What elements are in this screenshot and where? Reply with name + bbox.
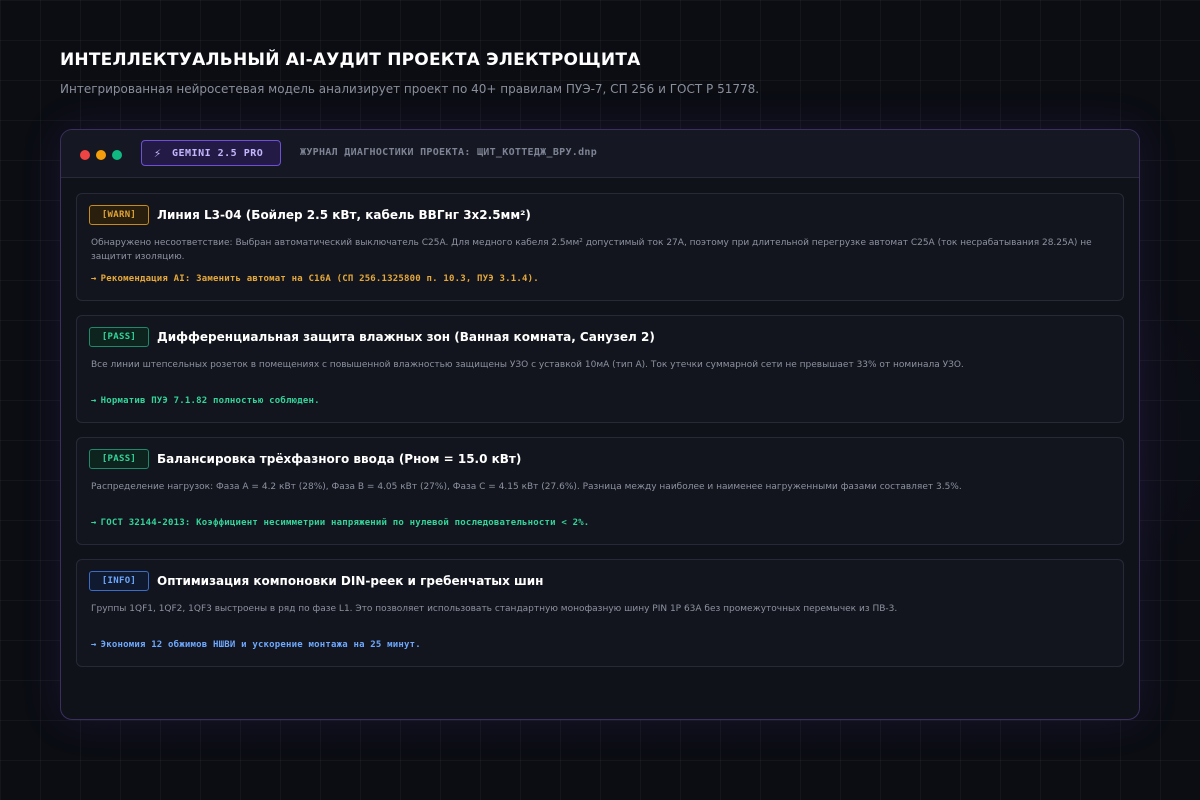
minimize-window-dot[interactable] [96, 150, 106, 160]
card-recommendation: → Экономия 12 обжимов НШВИ и ускорение мо… [91, 640, 421, 650]
status-badge-info: [INFO] [89, 571, 149, 591]
model-badge-label: GEMINI 2.5 PRO [172, 147, 264, 159]
audit-card-pass: [PASS] Балансировка трёхфазного ввода (P… [76, 437, 1124, 545]
audit-card-warn: [WARN] Линия L3-04 (Бойлер 2.5 кВт, кабе… [76, 193, 1124, 301]
recommendation-text: Экономия 12 обжимов НШВИ и ускорение мон… [100, 640, 421, 650]
card-title: Дифференциальная защита влажных зон (Ван… [157, 330, 655, 344]
arrow-right-icon: → [91, 274, 97, 284]
card-header: [PASS] Балансировка трёхфазного ввода (P… [89, 449, 521, 469]
lightning-icon: ⚡ [154, 146, 162, 160]
recommendation-text: Норматив ПУЭ 7.1.82 полностью соблюден. [100, 396, 320, 406]
card-header: [PASS] Дифференциальная защита влажных з… [89, 327, 655, 347]
diagnostics-window: ⚡ GEMINI 2.5 PRO ЖУРНАЛ ДИАГНОСТИКИ ПРОЕ… [60, 129, 1140, 720]
card-title: Балансировка трёхфазного ввода (Pном = 1… [157, 452, 522, 466]
card-description: Обнаружено несоответствие: Выбран автома… [91, 238, 1092, 262]
close-window-dot[interactable] [80, 150, 90, 160]
card-recommendation: → Норматив ПУЭ 7.1.82 полностью соблюден. [91, 396, 320, 406]
page-title: ИНТЕЛЛЕКТУАЛЬНЫЙ AI-АУДИТ ПРОЕКТА ЭЛЕКТР… [60, 50, 641, 70]
card-recommendation: → ГОСТ 32144-2013: Коэффициент несимметри… [91, 518, 589, 528]
status-badge-pass: [PASS] [89, 327, 149, 347]
card-description: Все линии штепсельных розеток в помещени… [91, 360, 964, 370]
audit-card-info: [INFO] Оптимизация компоновки DIN-реек и… [76, 559, 1124, 667]
card-title: Оптимизация компоновки DIN-реек и гребен… [157, 574, 544, 588]
arrow-right-icon: → [91, 640, 97, 650]
card-recommendation: → Рекомендация AI: Заменить автомат на C1… [91, 274, 539, 284]
audit-card-pass: [PASS] Дифференциальная защита влажных з… [76, 315, 1124, 423]
page-subtitle: Интегрированная нейросетевая модель анал… [60, 82, 760, 96]
status-badge-pass: [PASS] [89, 449, 149, 469]
card-title: Линия L3-04 (Бойлер 2.5 кВт, кабель ВВГн… [157, 208, 531, 222]
log-title: ЖУРНАЛ ДИАГНОСТИКИ ПРОЕКТА: ЩИТ_КОТТЕДЖ_… [300, 147, 598, 158]
card-description: Распределение нагрузок: Фаза A = 4.2 кВт… [91, 482, 962, 492]
model-badge[interactable]: ⚡ GEMINI 2.5 PRO [141, 140, 281, 166]
card-header: [WARN] Линия L3-04 (Бойлер 2.5 кВт, кабе… [89, 205, 531, 225]
arrow-right-icon: → [91, 518, 97, 528]
status-badge-warn: [WARN] [89, 205, 149, 225]
recommendation-text: Рекомендация AI: Заменить автомат на C16… [100, 274, 539, 284]
maximize-window-dot[interactable] [112, 150, 122, 160]
recommendation-text: ГОСТ 32144-2013: Коэффициент несимметрии… [100, 518, 590, 528]
window-titlebar: ⚡ GEMINI 2.5 PRO ЖУРНАЛ ДИАГНОСТИКИ ПРОЕ… [61, 130, 1139, 178]
card-header: [INFO] Оптимизация компоновки DIN-реек и… [89, 571, 543, 591]
card-description: Группы 1QF1, 1QF2, 1QF3 выстроены в ряд … [91, 604, 898, 614]
arrow-right-icon: → [91, 396, 97, 406]
